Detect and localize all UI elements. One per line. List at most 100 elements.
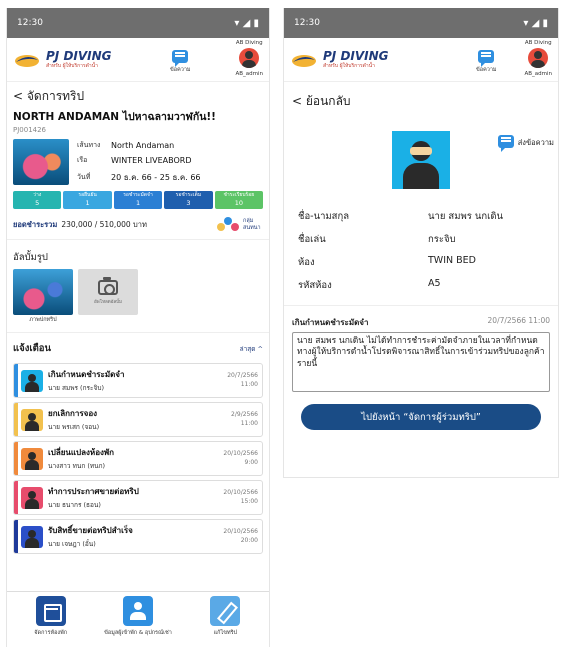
notification-item-name: นาย เจษฎา (อั๋น) [48, 540, 96, 548]
nav-room-management[interactable]: จัดการห้องพัก [11, 596, 91, 637]
notification-item[interactable]: ยกเลิกการจอง นาย พรเสก (จอน) 2/9/2566 11:0… [13, 402, 263, 437]
diver-avatar-icon [392, 131, 450, 189]
info-label: ชื่อเล่น [298, 234, 326, 245]
group-chat-button[interactable]: กลุ่มสนทนา [217, 217, 263, 233]
group-chat-label: กลุ่มสนทนา [243, 218, 261, 231]
info-label: รหัสห้อง [298, 280, 332, 291]
notification-item-date: 20/10/2566 [223, 528, 258, 536]
app-logo: PJ DIVING สำหรับ ผู้ให้บริการดำน้ำ [290, 50, 389, 69]
notification-sort[interactable]: ล่าสุด ^ [240, 344, 263, 354]
info-value: A5 [428, 278, 441, 289]
info-value: TWIN BED [428, 255, 476, 266]
pencil-icon [210, 596, 241, 626]
upload-label: อัพโหลดอัลบั้ม [93, 299, 122, 305]
goto-participant-management-button[interactable]: ไปยังหน้า “จัดการผู้ร่วมทริป” [301, 404, 541, 430]
overdue-message: นาย สมพร นกเดิน ไม่ได้ทำการชำระค่ามัดจำภ… [292, 332, 550, 392]
stat-available[interactable]: ว่าง 5 [13, 191, 62, 209]
user-name: AB_admin [524, 71, 552, 77]
notification-bar [14, 481, 18, 514]
notification-item-date: 20/10/2566 [223, 450, 258, 458]
boat-value: WINTER LIVEABORD [111, 156, 192, 166]
stat-pending-deposit[interactable]: รอชำระมัดจำ 1 [113, 191, 163, 209]
diver-avatar-icon [21, 447, 43, 470]
back-button[interactable]: < ย้อนกลับ [284, 82, 558, 111]
user-avatar [528, 48, 549, 68]
logo-icon [15, 54, 39, 67]
participant-header: ส่งข้อความ [284, 131, 558, 189]
logo-subtitle: สำหรับ ผู้ให้บริการดำน้ำ [323, 63, 375, 69]
notification-item[interactable]: เกินกำหนดชำระมัดจำ นาย สมพร (กระจิบ) 20/7… [13, 363, 263, 398]
logo-subtitle: สำหรับ ผู้ให้บริการดำน้ำ [46, 63, 98, 69]
nav-edit-trip[interactable]: แก้ไขทริป [185, 596, 265, 637]
notification-item-date: 2/9/2566 [231, 411, 258, 419]
group-icon [217, 217, 239, 233]
trip-management-screen: 12:30 ▾ ◢ ▮ PJ DIVING สำหรับ ผู้ให้บริกา… [6, 8, 270, 647]
app-header: PJ DIVING สำหรับ ผู้ให้บริการดำน้ำ ข้อคว… [7, 38, 269, 82]
status-time: 12:30 [294, 18, 320, 28]
diver-avatar-icon [21, 525, 43, 548]
upload-album-button[interactable]: อัพโหลดอัลบั้ม [78, 269, 138, 315]
notification-bar [14, 364, 18, 397]
notification-item-title: ทำการประกาศขายต่อทริป [48, 487, 139, 496]
user-profile[interactable]: AB Diving AB_admin [235, 40, 263, 77]
trip-code: PJ001426 [13, 126, 47, 134]
participant-detail-screen: 12:30 ▾ ◢ ▮ PJ DIVING สำหรับ ผู้ให้บริกา… [283, 8, 559, 478]
diver-avatar-icon [21, 369, 43, 392]
notification-item-name: นาย สมพร (กระจิบ) [48, 384, 104, 392]
album-item[interactable]: ภาพปกทริป [13, 269, 73, 324]
message-button[interactable]: ข้อความ [170, 50, 191, 74]
notification-bar [14, 520, 18, 553]
app-header: PJ DIVING สำหรับ ผู้ให้บริการดำน้ำ ข้อคว… [284, 38, 558, 82]
app-logo: PJ DIVING สำหรับ ผู้ให้บริการดำน้ำ [13, 50, 112, 69]
album-photo [13, 269, 73, 315]
stat-pending-full[interactable]: รอชำระเต็ม 3 [164, 191, 213, 209]
overdue-title: เกินกำหนดชำระมัดจำ [292, 318, 369, 327]
message-button[interactable]: ข้อความ [476, 50, 497, 74]
route-label: เส้นทาง [77, 140, 101, 149]
chat-icon [172, 50, 189, 67]
notification-item[interactable]: รับสิทธิ์ขายต่อทริปสำเร็จนาย เจษฎา (อั๋น… [13, 519, 263, 554]
user-name: AB_admin [235, 71, 263, 77]
booking-stats: ว่าง 5 รอยืนยัน 1 รอชำระมัดจำ 1 รอชำระเต็ม 3… [7, 189, 269, 211]
logo-icon [292, 54, 316, 67]
org-name: AB Diving [524, 40, 552, 46]
nav-guest-info[interactable]: ข้อมูลผู้เข้าพัก & อุปกรณ์เช่า [98, 596, 178, 637]
logo-title: PJ DIVING [323, 49, 389, 63]
diver-avatar-icon [21, 408, 43, 431]
user-profile[interactable]: AB Diving AB_admin [524, 40, 552, 77]
notification-item-title: เกินกำหนดชำระมัดจำ [48, 370, 125, 379]
notification-item-title: ยกเลิกการจอง [48, 409, 98, 418]
notification-bar [14, 442, 18, 475]
notification-item-time: 11:00 [240, 419, 258, 427]
notification-item-date: 20/10/2566 [223, 489, 258, 497]
notification-item[interactable]: เปลี่ยนแปลงห้องพัก นางสาว ทนก (ทนก) 20/10… [13, 441, 263, 476]
send-message-button[interactable]: ส่งข้อความ [497, 135, 554, 152]
notification-item-title: เปลี่ยนแปลงห้องพัก [48, 448, 115, 457]
stat-paid[interactable]: ชำระเรียบร้อย 10 [214, 191, 264, 209]
payment-value: 230,000 / 510,000 บาท [61, 220, 147, 229]
camera-icon [98, 276, 118, 295]
notification-item[interactable]: ทำการประกาศขายต่อทริปนาย ธนากร (ธอน) 20/… [13, 480, 263, 515]
overdue-header: เกินกำหนดชำระมัดจำ 20/7/2566 11:00 [284, 305, 558, 332]
user-avatar [239, 48, 260, 68]
status-bar: 12:30 ▾ ◢ ▮ [284, 8, 558, 38]
back-button[interactable]: < จัดการทริป [7, 82, 269, 106]
date-value: 20 ธ.ค. 66 - 25 ธ.ค. 66 [111, 173, 201, 183]
notification-title: แจ้งเตือน [13, 343, 51, 354]
notification-header: แจ้งเตือน ล่าสุด ^ [7, 332, 269, 359]
status-icons: ▾ ◢ ▮ [523, 17, 548, 29]
notification-list: เกินกำหนดชำระมัดจำ นาย สมพร (กระจิบ) 20/7… [7, 363, 269, 554]
notification-item-title: รับสิทธิ์ขายต่อทริปสำเร็จ [48, 526, 133, 535]
participant-info: ชื่อ-นามสกุล นาย สมพร นกเดิน ชื่อเล่น กร… [284, 189, 558, 293]
info-label: ห้อง [298, 257, 315, 268]
status-time: 12:30 [17, 18, 43, 28]
album-title: อัลบั้มรูป [13, 252, 48, 263]
stat-pending-confirm[interactable]: รอยืนยัน 1 [63, 191, 112, 209]
diver-avatar-icon [21, 486, 43, 509]
notification-item-time: 20:00 [240, 536, 258, 544]
notification-item-name: นาย ธนากร (ธอน) [48, 501, 101, 509]
overdue-date: 20/7/2566 11:00 [487, 316, 550, 325]
status-icons: ▾ ◢ ▮ [234, 17, 259, 29]
info-value: กระจิบ [428, 234, 456, 245]
info-value: นาย สมพร นกเดิน [428, 211, 504, 222]
